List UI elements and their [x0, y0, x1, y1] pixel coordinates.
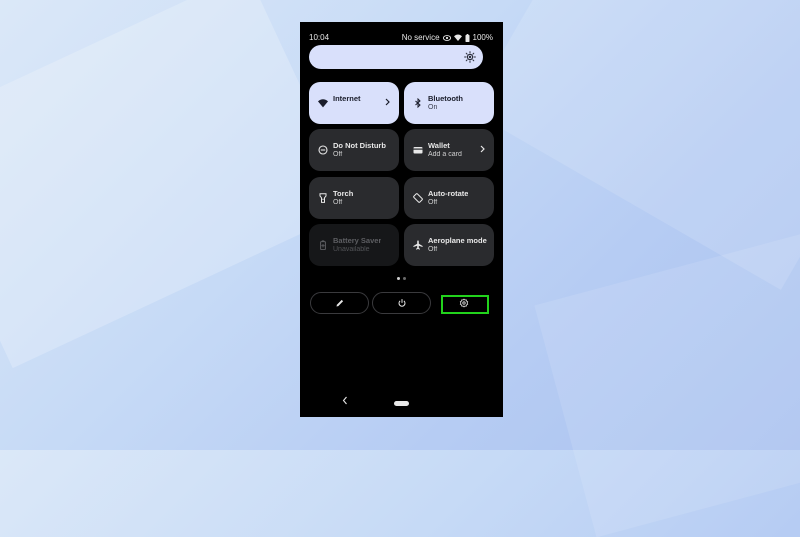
edit-pencil-icon	[336, 299, 343, 307]
tile-title: Auto-rotate	[428, 189, 469, 198]
tile-title: Aeroplane mode	[428, 236, 487, 245]
power-button[interactable]	[372, 292, 431, 314]
back-nav-icon[interactable]	[342, 396, 348, 405]
background-shape	[534, 222, 800, 537]
torch-icon	[319, 193, 327, 203]
page-dot-active	[397, 277, 400, 280]
home-nav-handle[interactable]	[394, 401, 409, 406]
wallet-icon	[413, 147, 423, 154]
tile-subtitle: Off	[428, 246, 438, 253]
tile-title: Battery Saver	[333, 236, 382, 245]
wifi-status-icon	[453, 34, 462, 41]
settings-highlight-box	[441, 295, 489, 314]
edit-button[interactable]	[310, 292, 369, 314]
phone-screen: 10:04 No service 100% Internet Bluetooth…	[300, 22, 503, 417]
power-icon	[398, 299, 405, 307]
tile-title: Internet	[333, 94, 361, 103]
tile-title: Wallet	[428, 141, 450, 150]
tile-subtitle: On	[428, 104, 438, 111]
tile-subtitle: Off	[333, 199, 343, 206]
tile-subtitle: Unavailable	[333, 246, 370, 253]
tile-subtitle: Off	[333, 151, 343, 158]
battery-level: 100%	[472, 33, 493, 42]
status-time: 10:04	[309, 33, 330, 42]
aeroplane-icon	[413, 240, 423, 250]
tile-aeroplane-mode[interactable]: Aeroplane mode Off	[404, 224, 494, 266]
tile-auto-rotate[interactable]: Auto-rotate Off	[404, 177, 494, 219]
page-dot	[403, 277, 406, 280]
battery-saver-icon	[320, 240, 326, 250]
tile-subtitle: Off	[428, 199, 438, 206]
brightness-slider[interactable]	[309, 45, 483, 69]
brightness-icon	[464, 51, 476, 63]
eye-icon	[442, 34, 451, 41]
bluetooth-icon	[415, 98, 421, 108]
chevron-right-icon	[480, 145, 485, 153]
tile-title: Do Not Disturb	[333, 141, 386, 150]
tile-title: Bluetooth	[428, 94, 463, 103]
tile-torch[interactable]: Torch Off	[309, 177, 399, 219]
battery-icon	[465, 33, 470, 42]
tile-wallet[interactable]: Wallet Add a card	[404, 129, 494, 171]
wifi-icon	[318, 99, 328, 108]
carrier-status: No service	[401, 33, 440, 42]
page-indicator	[397, 277, 406, 280]
status-indicators: No service 100%	[402, 33, 493, 42]
do-not-disturb-icon	[318, 145, 328, 155]
tile-subtitle: Add a card	[428, 151, 462, 158]
status-bar: 10:04 No service 100%	[300, 22, 503, 42]
tile-battery-saver[interactable]: Battery Saver Unavailable	[309, 224, 399, 266]
tile-do-not-disturb[interactable]: Do Not Disturb Off	[309, 129, 399, 171]
tile-bluetooth[interactable]: Bluetooth On	[404, 82, 494, 124]
auto-rotate-icon	[413, 193, 423, 203]
tile-internet[interactable]: Internet	[309, 82, 399, 124]
tile-title: Torch	[333, 189, 354, 198]
chevron-right-icon	[385, 98, 390, 106]
